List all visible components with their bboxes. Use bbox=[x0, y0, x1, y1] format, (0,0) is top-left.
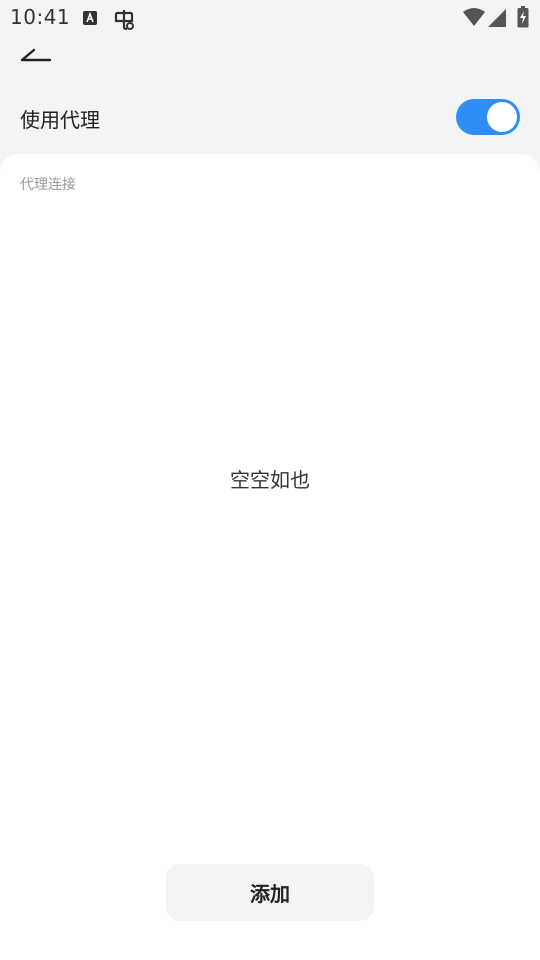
proxy-connections-card: 代理连接 空空如也 添加 bbox=[0, 154, 540, 960]
status-time: 10:41 bbox=[10, 5, 71, 29]
proxy-connections-heading: 代理连接 bbox=[20, 177, 76, 193]
signal-icon bbox=[487, 8, 507, 28]
back-button[interactable] bbox=[14, 40, 58, 70]
status-bar: 10:41 bbox=[0, 0, 540, 36]
add-button[interactable]: 添加 bbox=[166, 864, 374, 921]
font-a-icon bbox=[82, 10, 98, 26]
empty-state-text: 空空如也 bbox=[230, 468, 310, 492]
use-proxy-label: 使用代理 bbox=[20, 108, 100, 132]
use-proxy-row: 使用代理 bbox=[0, 90, 540, 146]
back-arrow-icon bbox=[20, 48, 52, 62]
use-proxy-toggle[interactable] bbox=[456, 99, 520, 135]
bug-icon bbox=[112, 7, 136, 31]
toggle-knob bbox=[487, 102, 517, 132]
battery-charging-icon bbox=[517, 6, 529, 28]
wifi-icon bbox=[462, 8, 486, 28]
